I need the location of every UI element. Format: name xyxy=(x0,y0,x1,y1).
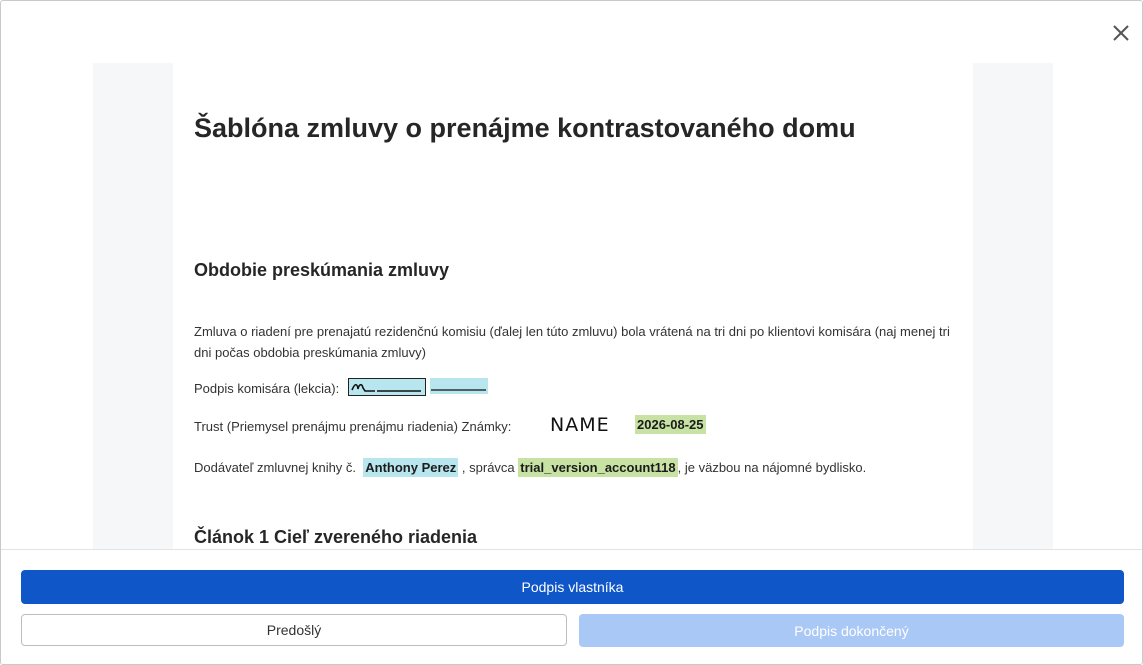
date-value: 2026-08-25 xyxy=(635,415,706,434)
signing-dialog: Šablóna zmluvy o prenájme kontrastovanéh… xyxy=(0,0,1143,665)
section-heading-review-period: Obdobie preskúmania zmluvy xyxy=(194,260,450,280)
signature-field-2[interactable] xyxy=(430,378,488,394)
supplier-suffix: , je väzbou na nájomné bydlisko. xyxy=(677,460,867,475)
section-paragraph: Zmluva o riadení pre prenajatú rezidenčn… xyxy=(194,324,950,360)
supplier-line: Dodávateľ zmluvnej knihy č. Anthony Pere… xyxy=(194,458,867,477)
supplier-name-field[interactable]: Anthony Perez xyxy=(363,458,459,477)
signature-done-button[interactable]: Podpis dokončený xyxy=(579,614,1124,647)
footer-actions: Podpis vlastníka Predošlý Podpis dokonče… xyxy=(1,549,1142,664)
close-icon[interactable] xyxy=(1109,21,1133,45)
previous-button[interactable]: Predošlý xyxy=(21,614,567,646)
trust-label: Trust (Priemysel prenájmu prenájmu riade… xyxy=(194,419,512,434)
section-heading-article-1: Článok 1 Cieľ zvereného riadenia xyxy=(194,527,478,547)
supplier-mid: , správca xyxy=(461,460,515,475)
date-field[interactable]: 2026-08-25 xyxy=(635,415,706,434)
owner-signature-button[interactable]: Podpis vlastníka xyxy=(21,570,1124,604)
stamp-name[interactable]: NAME xyxy=(550,414,610,436)
document-title: Šablóna zmluvy o prenájme kontrastovanéh… xyxy=(194,113,856,143)
signature-label: Podpis komisára (lekcia): xyxy=(194,381,340,396)
supplier-prefix: Dodávateľ zmluvnej knihy č. xyxy=(194,460,357,475)
document-viewer[interactable]: Šablóna zmluvy o prenájme kontrastovanéh… xyxy=(93,63,1053,549)
document-page: Šablóna zmluvy o prenájme kontrastovanéh… xyxy=(173,63,973,549)
signature-field[interactable] xyxy=(348,378,426,396)
account-field[interactable]: trial_version_account118 xyxy=(518,458,678,477)
